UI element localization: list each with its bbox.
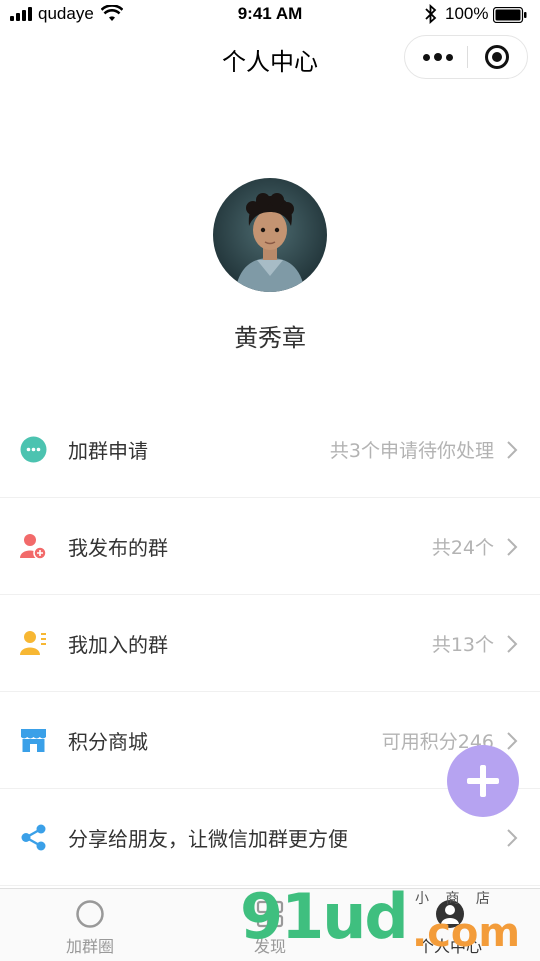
person-icon xyxy=(436,900,464,928)
chat-bubble-icon xyxy=(20,436,47,463)
chevron-right-icon xyxy=(507,441,518,459)
menu-item-value: 共24个 xyxy=(431,537,494,559)
capsule-menu xyxy=(404,35,528,79)
menu-item-joined-groups[interactable]: 我加入的群 共13个 xyxy=(0,595,540,692)
tab-discover[interactable]: 发现 xyxy=(180,889,360,961)
circle-icon xyxy=(76,900,104,928)
share-icon xyxy=(21,824,46,851)
battery-percent: 100% xyxy=(445,4,489,23)
chevron-right-icon xyxy=(507,732,518,750)
menu-item-label: 积分商城 xyxy=(68,730,148,754)
menu-item-published-groups[interactable]: 我发布的群 共24个 xyxy=(0,498,540,595)
tab-group-circle[interactable]: 加群圈 xyxy=(0,889,180,961)
menu-item-label: 加群申请 xyxy=(68,439,148,463)
menu-item-label: 分享给朋友，让微信加群更方便 xyxy=(68,827,348,851)
username: 黄秀章 xyxy=(234,324,306,352)
tab-profile[interactable]: 个人中心 xyxy=(360,889,540,961)
chevron-right-icon xyxy=(507,829,518,847)
avatar[interactable] xyxy=(213,178,327,292)
more-icon[interactable] xyxy=(423,50,453,64)
user-add-icon xyxy=(20,534,47,560)
battery-icon xyxy=(493,7,527,23)
user-list-icon xyxy=(20,631,46,655)
tab-label: 发现 xyxy=(253,937,286,956)
status-bar: qudaye 9:41 AM 100% xyxy=(0,0,540,30)
tab-bar: 加群圈 发现 个人中心 xyxy=(0,888,540,961)
menu-item-label: 我发布的群 xyxy=(68,536,168,560)
menu-item-label: 我加入的群 xyxy=(68,633,168,657)
bluetooth-icon xyxy=(425,4,437,24)
tab-label: 加群圈 xyxy=(65,937,114,956)
menu-item-value: 共3个申请待你处理 xyxy=(329,440,494,462)
avatar-photo xyxy=(213,178,327,292)
capsule-divider xyxy=(467,46,468,68)
add-group-button[interactable] xyxy=(447,745,519,817)
chevron-right-icon xyxy=(507,538,518,556)
menu-item-join-requests[interactable]: 加群申请 共3个申请待你处理 xyxy=(0,401,540,498)
menu-list: 加群申请 共3个申请待你处理 我发布的群 共24个 我加入的群 共13个 积分商… xyxy=(0,401,540,886)
chevron-right-icon xyxy=(507,635,518,653)
tab-label: 个人中心 xyxy=(417,937,482,956)
menu-item-value: 共13个 xyxy=(431,634,494,656)
close-miniprogram-icon[interactable] xyxy=(485,45,509,69)
grid-icon xyxy=(256,900,284,928)
store-icon xyxy=(21,729,46,752)
